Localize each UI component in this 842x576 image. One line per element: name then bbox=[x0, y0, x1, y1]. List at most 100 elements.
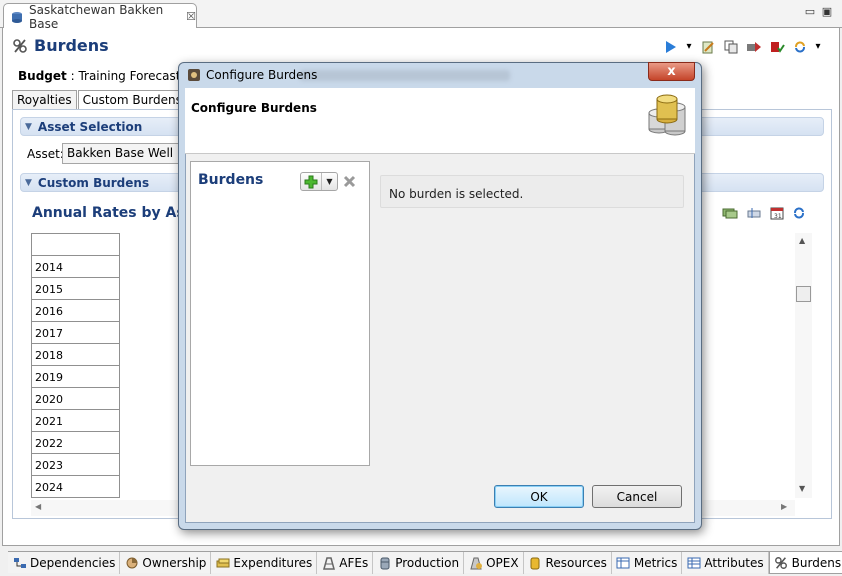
asset-field[interactable]: Bakken Base Well 1 bbox=[62, 143, 180, 164]
editor-tab[interactable]: Saskatchewan Bakken Base ☒ bbox=[3, 2, 197, 31]
budget-line: Budget : Training Forecast Ma bbox=[18, 69, 204, 83]
resources-icon bbox=[528, 556, 543, 571]
asset-label: Asset: bbox=[27, 147, 64, 161]
chevron-down-icon[interactable]: ▾ bbox=[685, 38, 693, 55]
table-row: 2016 bbox=[31, 300, 120, 322]
annual-rates-table: 2014 2015 2016 2017 2018 2019 2020 2021 … bbox=[31, 233, 120, 498]
edit-icon[interactable] bbox=[699, 38, 716, 55]
bottom-tab-bar: Dependencies Ownership Expenditures AFEs… bbox=[8, 551, 842, 574]
ownership-icon bbox=[124, 556, 139, 571]
tab-custom-burdens[interactable]: Custom Burdens bbox=[77, 90, 187, 110]
tab-royalties[interactable]: Royalties bbox=[12, 90, 77, 110]
editor-tab-title: Saskatchewan Bakken Base bbox=[29, 2, 164, 31]
scroll-thumb[interactable] bbox=[796, 286, 811, 302]
expenditures-icon bbox=[215, 556, 230, 571]
tab-label: OPEX bbox=[486, 556, 519, 570]
money-icon[interactable] bbox=[722, 206, 738, 220]
tab-label: Resources bbox=[545, 556, 607, 570]
opex-icon bbox=[468, 556, 483, 571]
app-icon bbox=[187, 68, 201, 82]
tab-burdens[interactable]: Burdens bbox=[768, 552, 842, 574]
tab-label: AFEs bbox=[339, 556, 369, 570]
maximize-icon[interactable]: ▣ bbox=[820, 4, 834, 18]
tab-expenditures[interactable]: Expenditures bbox=[211, 552, 318, 574]
table-row: 2018 bbox=[31, 344, 120, 366]
dialog-close-button[interactable]: x bbox=[648, 62, 695, 81]
vertical-scrollbar[interactable]: ▲ ▼ bbox=[795, 233, 812, 498]
scroll-up-icon[interactable]: ▲ bbox=[799, 236, 805, 245]
minimize-icon[interactable]: ▭ bbox=[803, 4, 817, 18]
tab-opex[interactable]: OPEX bbox=[464, 552, 524, 574]
tab-label: Attributes bbox=[704, 556, 764, 570]
run-icon[interactable] bbox=[662, 38, 679, 55]
burdens-icon bbox=[12, 38, 28, 54]
burdens-list-label: Burdens bbox=[198, 172, 264, 188]
copy-icon[interactable] bbox=[722, 38, 739, 55]
ok-button[interactable]: OK bbox=[494, 485, 584, 508]
delete-burden-icon[interactable] bbox=[341, 173, 357, 189]
add-burden-button[interactable]: ▼ bbox=[300, 172, 338, 191]
grid-icon[interactable] bbox=[746, 206, 762, 220]
dialog-heading: Configure Burdens bbox=[191, 101, 317, 115]
tab-production[interactable]: Production bbox=[373, 552, 465, 574]
budget-value: Training Forecast bbox=[78, 69, 181, 83]
refresh-icon[interactable] bbox=[791, 38, 808, 55]
burdens-list[interactable] bbox=[190, 161, 370, 466]
dialog-title: Configure Burdens bbox=[206, 68, 318, 82]
tab-dependencies[interactable]: Dependencies bbox=[8, 552, 121, 574]
table-row: 2020 bbox=[31, 388, 120, 410]
scroll-down-icon[interactable]: ▼ bbox=[799, 484, 805, 493]
dependencies-icon bbox=[12, 556, 27, 571]
tab-attributes[interactable]: Attributes bbox=[682, 552, 769, 574]
tab-label: Ownership bbox=[142, 556, 207, 570]
annual-rates-title: Annual Rates by Asse bbox=[32, 205, 203, 221]
refresh-icon[interactable] bbox=[792, 206, 806, 220]
plus-icon[interactable] bbox=[301, 173, 321, 190]
coins-icon bbox=[645, 93, 691, 137]
budget-sep: : bbox=[70, 69, 75, 83]
database-icon bbox=[10, 10, 24, 24]
chevron-down-icon[interactable]: ▾ bbox=[814, 38, 822, 55]
transfer-icon[interactable] bbox=[745, 38, 762, 55]
section-title: Asset Selection bbox=[37, 119, 143, 134]
tab-label: Metrics bbox=[633, 556, 678, 570]
tab-ownership[interactable]: Ownership bbox=[120, 552, 212, 574]
budget-label: Budget bbox=[18, 69, 67, 83]
section-title: Custom Burdens bbox=[37, 175, 150, 190]
tab-label: Burdens bbox=[791, 555, 842, 570]
dialog-titlebar: Configure Burdens bbox=[187, 68, 317, 82]
header-toolbar: ▾ ▾ bbox=[662, 38, 822, 55]
table-row: 2015 bbox=[31, 278, 120, 300]
table-row: 2021 bbox=[31, 410, 120, 432]
burden-detail-placeholder: No burden is selected. bbox=[380, 175, 684, 208]
table-row: 2017 bbox=[31, 322, 120, 344]
table-row: 2014 bbox=[31, 256, 120, 278]
svg-text:31: 31 bbox=[774, 213, 782, 220]
cancel-button[interactable]: Cancel bbox=[592, 485, 682, 508]
chevron-down-icon[interactable]: ▼ bbox=[321, 173, 337, 190]
tab-afes[interactable]: AFEs bbox=[317, 552, 374, 574]
close-tab-icon[interactable]: ☒ bbox=[186, 10, 196, 23]
tab-label: Dependencies bbox=[30, 556, 116, 570]
production-icon bbox=[377, 556, 392, 571]
collapse-icon: ▼ bbox=[25, 177, 32, 188]
tab-label: Production bbox=[395, 556, 460, 570]
afes-icon bbox=[321, 556, 336, 571]
scroll-left-icon[interactable]: ◀ bbox=[35, 502, 41, 511]
tab-label: Expenditures bbox=[233, 556, 313, 570]
calendar-icon[interactable]: 31 bbox=[770, 206, 784, 220]
burdens-icon bbox=[774, 555, 789, 570]
validate-icon[interactable] bbox=[768, 38, 785, 55]
metrics-icon bbox=[616, 556, 631, 571]
attributes-icon bbox=[686, 556, 701, 571]
editor-header: Burdens bbox=[12, 36, 109, 55]
table-row: 2023 bbox=[31, 454, 120, 476]
table-row: 2024 bbox=[31, 476, 120, 498]
scroll-right-icon[interactable]: ▶ bbox=[781, 502, 787, 511]
collapse-icon: ▼ bbox=[25, 121, 32, 132]
table-toolbar: 31 bbox=[722, 206, 806, 220]
tab-metrics[interactable]: Metrics bbox=[612, 552, 683, 574]
page-title: Burdens bbox=[34, 36, 109, 55]
table-header-cell bbox=[31, 233, 120, 256]
tab-resources[interactable]: Resources bbox=[524, 552, 612, 574]
